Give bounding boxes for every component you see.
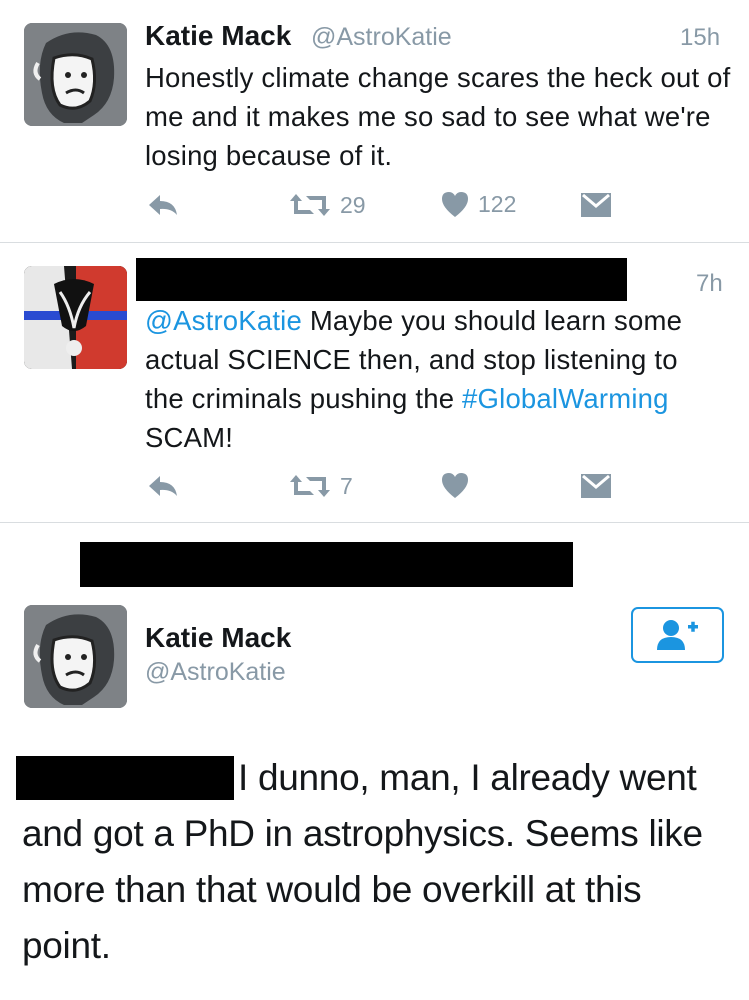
hashtag-link[interactable]: #GlobalWarming — [462, 383, 669, 414]
avatar[interactable] — [24, 23, 127, 126]
add-user-icon — [656, 620, 698, 650]
retweet-icon — [290, 475, 330, 497]
retweet-icon — [290, 194, 330, 216]
author-name[interactable]: Katie Mack — [145, 20, 291, 52]
reply-button[interactable] — [147, 193, 179, 217]
tweet-timestamp: 15h — [680, 24, 721, 51]
direct-message-button[interactable] — [580, 192, 612, 218]
mention-link[interactable]: @AstroKatie — [145, 305, 302, 336]
envelope-icon — [581, 474, 611, 498]
redacted-username — [136, 258, 627, 301]
cartoon-avatar-icon — [24, 23, 127, 126]
author-name[interactable]: Katie Mack — [145, 622, 291, 654]
avatar[interactable] — [24, 605, 127, 708]
reply-icon — [149, 195, 177, 215]
like-button[interactable] — [440, 471, 470, 499]
heart-icon — [442, 473, 468, 498]
avatar[interactable] — [24, 266, 127, 369]
reply-button[interactable] — [147, 474, 179, 498]
tweet-timestamp: 7h — [696, 270, 723, 297]
reply-icon — [149, 476, 177, 496]
spy-vs-spy-avatar-icon — [24, 266, 127, 369]
like-button[interactable]: 122 — [440, 190, 516, 218]
tweet-text: Honestly climate change scares the heck … — [145, 62, 731, 171]
tweet-divider — [0, 522, 749, 523]
retweet-count: 29 — [340, 191, 366, 218]
redacted-reply-context — [80, 542, 573, 587]
heart-icon — [442, 192, 468, 217]
retweet-button[interactable]: 29 — [288, 190, 366, 220]
tweet-text-body: I dunno, man, I already went and got a P… — [22, 757, 703, 966]
retweet-count: 7 — [340, 472, 353, 499]
tweet-divider — [0, 242, 749, 243]
tweet-text-part: SCAM! — [145, 422, 234, 453]
cartoon-avatar-icon — [24, 605, 127, 708]
direct-message-button[interactable] — [580, 473, 612, 499]
envelope-icon — [581, 193, 611, 217]
follow-button[interactable] — [631, 607, 724, 663]
retweet-button[interactable]: 7 — [288, 471, 353, 501]
tweet-text: @AstroKatie Maybe you should learn some … — [145, 301, 705, 457]
author-handle[interactable]: @AstroKatie — [145, 658, 286, 687]
tweet-text: I dunno, man, I already went and got a P… — [22, 750, 722, 974]
author-handle[interactable]: @AstroKatie — [311, 23, 452, 52]
like-count: 122 — [478, 190, 517, 217]
